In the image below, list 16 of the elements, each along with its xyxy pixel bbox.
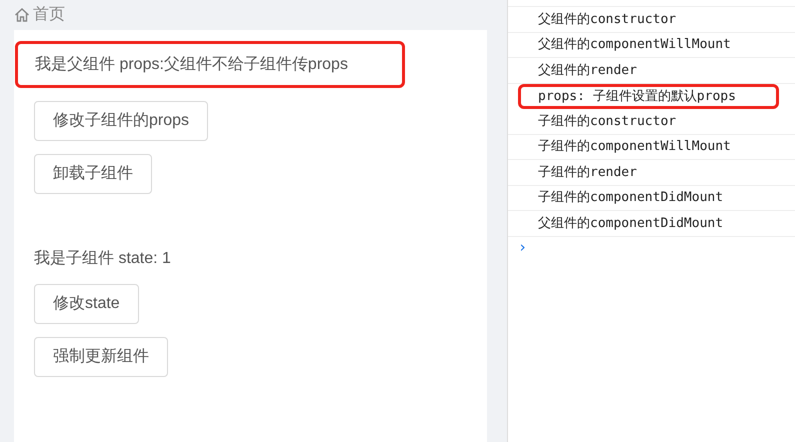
child-state-text: 我是子组件 state: 1 (34, 248, 172, 269)
action-button[interactable]: 修改state (34, 284, 139, 324)
console-prompt[interactable]: › (508, 236, 795, 256)
console-log-line: 父组件的componentDidMount (508, 211, 795, 236)
console-log-line: 子组件的constructor (508, 109, 795, 134)
action-button[interactable]: 修改子组件的props (34, 101, 208, 141)
parent-props-text: 我是父组件 props:父组件不给子组件传props (15, 41, 405, 88)
console-log-line: 子组件的render (508, 160, 795, 186)
home-icon (14, 7, 30, 23)
console-log-line: 父组件的render (508, 58, 795, 84)
console-log-line: 父组件的componentWillMount (508, 32, 795, 58)
console-log-line: 子组件的componentDidMount (508, 186, 795, 211)
action-button[interactable]: 卸载子组件 (34, 154, 152, 194)
console-log-line: 父组件的constructor (508, 7, 795, 32)
action-button[interactable]: 强制更新组件 (34, 337, 168, 377)
console-log-line: 子组件的componentWillMount (508, 134, 795, 160)
